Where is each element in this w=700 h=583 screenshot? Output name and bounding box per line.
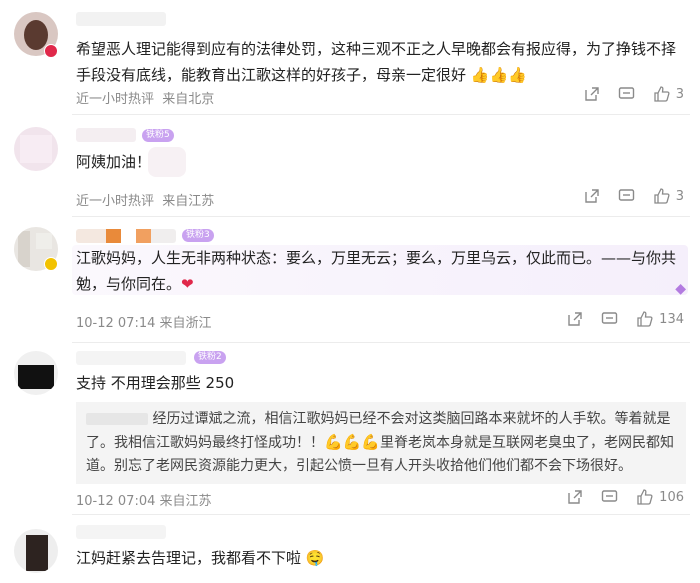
avatar[interactable] bbox=[14, 127, 58, 171]
comment-text: 江歌妈妈，人生无非两种状态：要么，万里无云；要么，万里乌云，仅此而已。——与你共… bbox=[76, 245, 686, 297]
reply-preview[interactable]: 经历过谭斌之流，相信江歌妈妈已经不会对这类脑回路本来就坏的人手软。等着就是了。我… bbox=[76, 402, 686, 484]
comment-2: 铁粉5 阿姨加油！ 近一小时热评 来自江苏 3 bbox=[0, 115, 700, 216]
sticker-image bbox=[148, 147, 186, 177]
location: 来自北京 bbox=[162, 92, 215, 107]
comment-5: 江妈赶紧去告理记，我都看不下啦 🤤 bbox=[0, 515, 700, 583]
comment-actions: 3 bbox=[584, 86, 684, 102]
comment-icon bbox=[601, 312, 618, 324]
reply-button[interactable] bbox=[601, 489, 618, 505]
username[interactable] bbox=[76, 525, 166, 539]
comment-icon bbox=[601, 490, 618, 502]
comment-text: 江妈赶紧去告理记，我都看不下啦 🤤 bbox=[76, 545, 686, 571]
like-button[interactable]: 3 bbox=[653, 188, 684, 204]
like-count: 134 bbox=[659, 311, 684, 327]
username[interactable] bbox=[76, 229, 176, 243]
share-button[interactable] bbox=[584, 86, 600, 102]
username[interactable] bbox=[76, 128, 136, 142]
reply-button[interactable] bbox=[618, 86, 635, 102]
username[interactable] bbox=[76, 351, 186, 365]
thumbs-up-icon bbox=[637, 311, 653, 327]
share-button[interactable] bbox=[567, 311, 583, 327]
fan-badge: 铁粉2 bbox=[194, 351, 226, 364]
location: 来自江苏 bbox=[162, 194, 215, 209]
comment-actions: 106 bbox=[567, 489, 684, 505]
comment-meta: 近一小时热评 来自北京 bbox=[76, 88, 214, 107]
comment-1: 希望恶人理记能得到应有的法律处罚，这种三观不正之人早晚都会有报应得，为了挣钱不择… bbox=[0, 0, 700, 114]
comment-icon bbox=[618, 189, 634, 201]
like-count: 3 bbox=[675, 188, 684, 204]
share-icon bbox=[585, 189, 599, 203]
share-icon bbox=[568, 312, 582, 326]
share-button[interactable] bbox=[567, 489, 583, 505]
share-button[interactable] bbox=[584, 188, 600, 204]
comment-text: 支持 不用理会那些 250 bbox=[76, 374, 235, 392]
thumbs-up-emoji: 👍👍👍 bbox=[470, 66, 527, 84]
reply-username[interactable] bbox=[86, 413, 148, 425]
location: 来自浙江 bbox=[159, 316, 212, 331]
comment-3: 铁粉3 ◆ 江歌妈妈，人生无非两种状态：要么，万里无云；要么，万里乌云，仅此而已… bbox=[0, 217, 700, 342]
username[interactable] bbox=[76, 12, 166, 26]
thumbs-up-icon bbox=[654, 188, 670, 204]
location: 来自江苏 bbox=[159, 494, 212, 509]
reply-button[interactable] bbox=[601, 311, 618, 327]
drooling-face-emoji: 🤤 bbox=[305, 549, 325, 567]
share-icon bbox=[568, 490, 582, 504]
like-count: 3 bbox=[675, 86, 684, 102]
comment-meta: 10-12 07:04 来自江苏 bbox=[76, 490, 212, 509]
timestamp: 10-12 07:04 bbox=[76, 494, 156, 509]
like-button[interactable]: 134 bbox=[636, 311, 684, 327]
heart-emoji: ❤ bbox=[181, 275, 194, 293]
like-button[interactable]: 3 bbox=[653, 86, 684, 102]
flexed-bicep-emoji: 💪💪💪 bbox=[324, 433, 381, 451]
comment-text: 希望恶人理记能得到应有的法律处罚，这种三观不正之人早晚都会有报应得，为了挣钱不择… bbox=[76, 36, 686, 88]
avatar[interactable] bbox=[14, 529, 58, 573]
reply-button[interactable] bbox=[618, 188, 635, 204]
comment-meta: 近一小时热评 来自江苏 bbox=[76, 190, 214, 209]
like-count: 106 bbox=[659, 489, 684, 505]
comment-actions: 3 bbox=[584, 188, 684, 204]
timestamp: 近一小时热评 bbox=[76, 92, 155, 107]
share-icon bbox=[585, 87, 599, 101]
verified-icon bbox=[44, 257, 58, 271]
timestamp: 10-12 07:14 bbox=[76, 316, 156, 331]
like-button[interactable]: 106 bbox=[636, 489, 684, 505]
member-icon bbox=[44, 44, 58, 58]
timestamp: 近一小时热评 bbox=[76, 194, 155, 209]
thumbs-up-icon bbox=[654, 86, 670, 102]
comment-icon bbox=[618, 87, 634, 99]
fan-badge: 铁粉3 bbox=[182, 229, 214, 242]
comment-4: 铁粉2 支持 不用理会那些 250 经历过谭斌之流，相信江歌妈妈已经不会对这类脑… bbox=[0, 343, 700, 513]
thumbs-up-icon bbox=[637, 489, 653, 505]
comment-actions: 134 bbox=[567, 311, 684, 327]
avatar[interactable] bbox=[14, 351, 58, 395]
fan-badge: 铁粉5 bbox=[142, 129, 174, 142]
comment-meta: 10-12 07:14 来自浙江 bbox=[76, 312, 212, 331]
